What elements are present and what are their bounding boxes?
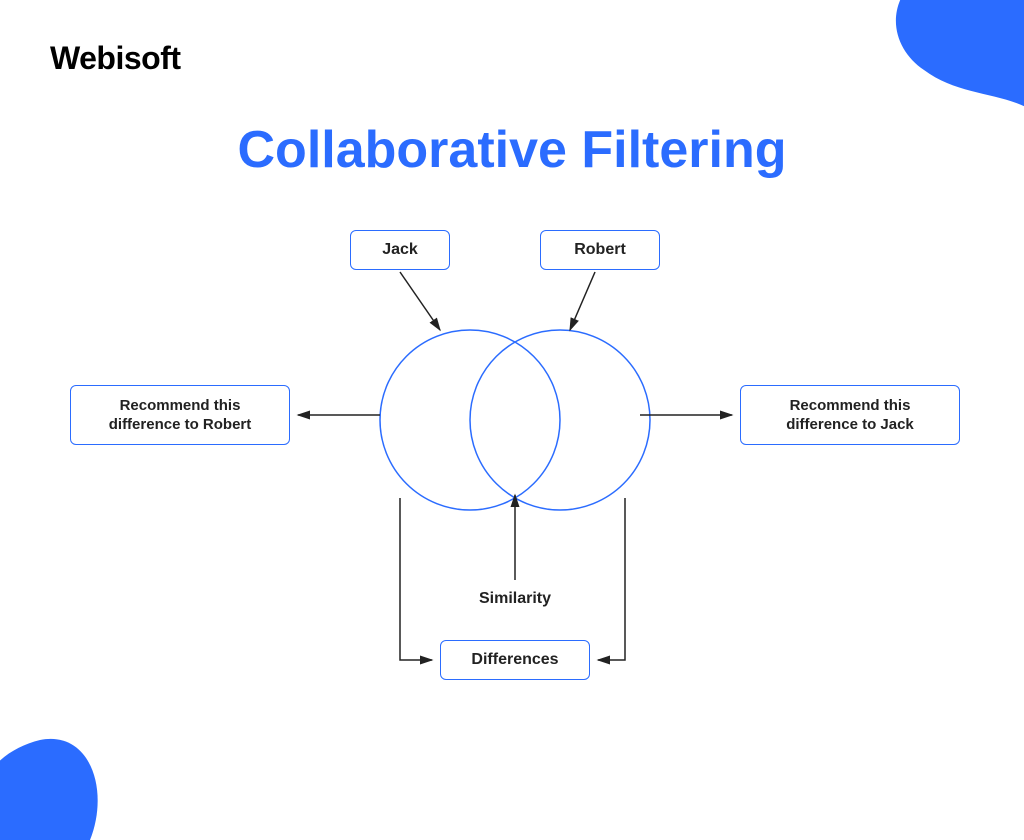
node-robert: Robert (540, 230, 660, 270)
node-jack: Jack (350, 230, 450, 270)
collaborative-filtering-diagram: Jack Robert Recommend this difference to… (0, 220, 1024, 780)
label-similarity: Similarity (465, 590, 565, 608)
node-recommend-to-jack: Recommend this difference to Jack (740, 385, 960, 445)
page-title: Collaborative Filtering (0, 120, 1024, 180)
node-recommend-to-robert: Recommend this difference to Robert (70, 385, 290, 445)
brand-logo: Webisoft (50, 40, 181, 77)
node-differences: Differences (440, 640, 590, 680)
decorative-blob-top-right (874, 0, 1024, 140)
arrows-layer (0, 220, 1024, 780)
